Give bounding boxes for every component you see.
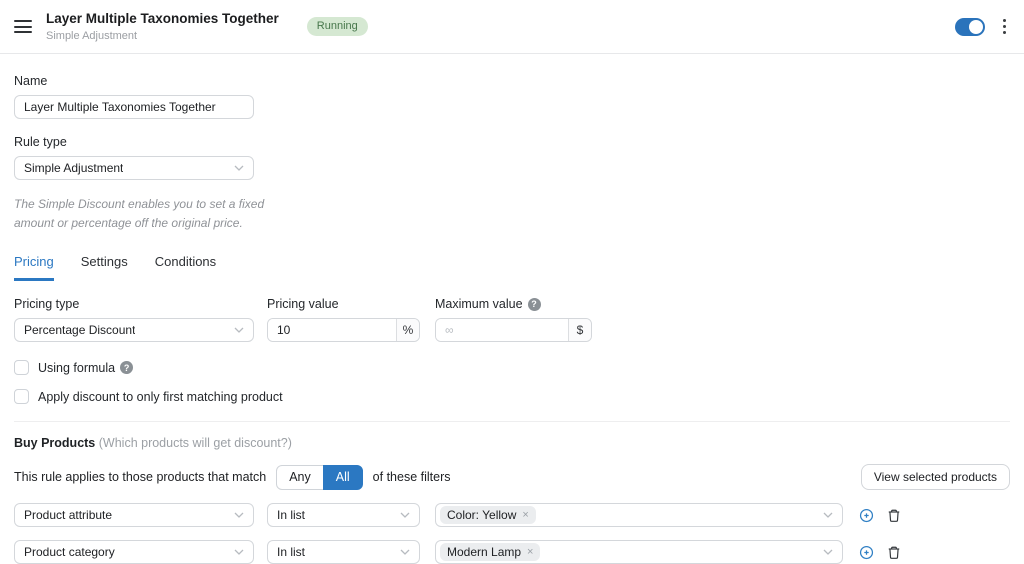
match-any-button[interactable]: Any [276,464,324,490]
pricing-type-field: Pricing type Percentage Discount [14,297,254,343]
maximum-value-input[interactable] [436,319,568,342]
using-formula-label: Using formula [38,360,116,375]
chevron-down-icon [234,549,244,556]
tab-conditions[interactable]: Conditions [155,254,216,281]
help-icon[interactable]: ? [120,361,134,375]
filter-row: Product attribute In list Color: Yellow … [14,503,1010,528]
add-filter-icon[interactable] [859,545,874,560]
match-text-after: of these filters [372,470,451,485]
chevron-down-icon [400,549,410,556]
buy-products-heading: Buy Products (Which products will get di… [14,436,1010,450]
maximum-value-label: Maximum value [435,297,523,312]
first-match-checkbox[interactable] [14,389,29,405]
first-match-label: Apply discount to only first matching pr… [38,389,283,404]
name-label: Name [14,74,48,88]
percent-addon: % [396,319,419,342]
filter-operator-value: In list [277,545,306,560]
buy-products-title: Buy Products [14,436,96,451]
pricing-type-label: Pricing type [14,297,80,312]
filter-operator-select[interactable]: In list [267,503,420,528]
delete-filter-icon[interactable] [887,545,901,560]
dollar-addon: $ [568,319,591,342]
header: Layer Multiple Taxonomies Together Simpl… [0,0,1024,54]
match-text-before: This rule applies to those products that… [14,470,267,485]
chevron-down-icon [234,512,244,519]
tag-remove-icon[interactable]: × [522,509,528,521]
tag-label: Color: Yellow [447,508,517,523]
section-divider [14,421,1010,423]
using-formula-row: Using formula ? [14,360,1010,376]
match-row: This rule applies to those products that… [14,464,1010,491]
pricing-value-field: Pricing value % [267,297,420,343]
pricing-type-value: Percentage Discount [24,323,136,338]
pricing-type-select[interactable]: Percentage Discount [14,318,254,343]
status-badge: Running [306,17,368,36]
help-icon[interactable]: ? [527,297,541,311]
filter-value-tag: Color: Yellow × [440,506,536,525]
tab-pricing[interactable]: Pricing [14,254,54,282]
filter-values-select[interactable]: Modern Lamp × [435,540,843,564]
page-subtitle: Simple Adjustment [46,29,138,42]
add-filter-icon[interactable] [859,508,874,523]
chevron-down-icon [234,165,244,171]
pricing-value-input[interactable] [268,319,396,342]
pricing-fields-row: Pricing type Percentage Discount Pricing… [14,297,1010,343]
page-title: Layer Multiple Taxonomies Together [46,11,279,27]
chevron-down-icon [823,549,833,556]
filter-value-tag: Modern Lamp × [440,543,541,562]
maximum-value-field: Maximum value ? $ [435,297,592,343]
chevron-down-icon [234,327,244,334]
buy-products-subtitle: (Which products will get discount?) [98,436,292,451]
rule-type-help-text: The Simple Discount enables you to set a… [14,197,265,231]
chevron-down-icon [400,512,410,519]
name-input[interactable] [14,95,254,119]
rule-type-label: Rule type [14,135,67,149]
tag-remove-icon[interactable]: × [527,546,533,558]
rule-enabled-toggle[interactable] [955,17,985,36]
filter-values-select[interactable]: Color: Yellow × [435,503,843,528]
view-selected-products-button[interactable]: View selected products [860,464,1010,491]
delete-filter-icon[interactable] [887,508,901,523]
filter-field-select[interactable]: Product attribute [14,503,254,528]
filter-row: Product category In list Modern Lamp × [14,540,1010,564]
filter-operator-select[interactable]: In list [267,540,420,564]
tab-settings[interactable]: Settings [81,254,128,281]
tag-label: Modern Lamp [447,545,522,560]
more-options-icon[interactable] [1003,18,1006,36]
pricing-value-label: Pricing value [267,297,339,312]
filter-operator-value: In list [277,508,306,523]
toggle-knob [969,19,983,34]
filter-field-select[interactable]: Product category [14,540,254,564]
tab-bar: Pricing Settings Conditions [14,254,1010,282]
using-formula-checkbox[interactable] [14,360,29,376]
match-segmented-control: Any All [276,464,363,490]
first-match-row: Apply discount to only first matching pr… [14,389,1010,405]
rule-type-value: Simple Adjustment [24,161,124,175]
chevron-down-icon [823,512,833,519]
rule-type-select[interactable]: Simple Adjustment [14,156,254,180]
title-block: Layer Multiple Taxonomies Together Simpl… [46,11,279,42]
filter-field-value: Product category [24,545,115,560]
filter-field-value: Product attribute [24,508,113,523]
menu-icon[interactable] [14,17,32,37]
match-all-button[interactable]: All [322,464,363,490]
